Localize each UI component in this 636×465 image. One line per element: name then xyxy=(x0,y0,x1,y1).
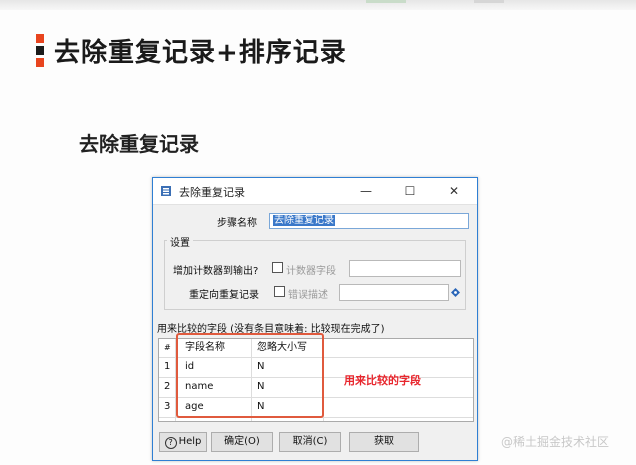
help-button[interactable]: ? Help xyxy=(159,432,207,452)
dedupe-dialog: 去除重复记录 — ☐ ✕ 步骤名称 去除重复记录 设置 增加计数器到输出? 计数… xyxy=(152,177,478,461)
slide-title: 去除重复记录+排序记录 xyxy=(36,30,347,70)
annotation-label: 用来比较的字段 xyxy=(344,374,421,387)
table-row-num: 1 xyxy=(164,361,171,372)
top-bar xyxy=(0,0,636,10)
ok-button[interactable]: 确定(O) xyxy=(211,432,273,452)
variable-diamond-icon[interactable] xyxy=(451,288,460,297)
dialog-titlebar: 去除重复记录 — ☐ ✕ xyxy=(153,178,477,205)
table-row-num: 3 xyxy=(164,401,171,412)
step-name-label: 步骤名称 xyxy=(217,218,257,229)
app-icon xyxy=(161,186,171,196)
step-name-value: 去除重复记录 xyxy=(273,215,335,226)
watermark: @稀土掘金技术社区 xyxy=(501,435,610,449)
error-desc-label: 错误描述 xyxy=(288,290,328,301)
add-counter-checkbox[interactable] xyxy=(272,262,283,273)
top-bar-mark xyxy=(474,0,504,3)
error-desc-input[interactable] xyxy=(339,284,449,301)
table-row-num: 2 xyxy=(164,381,171,392)
add-counter-label: 增加计数器到输出? xyxy=(173,266,259,277)
dialog-button-bar: ? Help 确定(O) 取消(C) 获取 xyxy=(153,428,477,460)
maximize-button[interactable]: ☐ xyxy=(393,178,427,204)
redirect-checkbox[interactable] xyxy=(274,286,285,297)
settings-label: 设置 xyxy=(167,234,193,249)
counter-field-input[interactable] xyxy=(349,260,461,277)
step-name-input[interactable]: 去除重复记录 xyxy=(269,213,469,229)
counter-field-label: 计数器字段 xyxy=(286,266,336,277)
get-fields-button[interactable]: 获取 xyxy=(349,432,419,452)
top-bar-mark xyxy=(366,0,406,3)
close-button[interactable]: ✕ xyxy=(437,178,471,204)
slide-subtitle: 去除重复记录 xyxy=(79,132,199,156)
help-icon: ? xyxy=(164,437,177,449)
dialog-title: 去除重复记录 xyxy=(179,186,245,199)
title-bullet-icon xyxy=(36,33,44,67)
minimize-button[interactable]: — xyxy=(349,178,383,204)
help-button-label: Help xyxy=(178,436,202,447)
highlight-box xyxy=(176,333,324,418)
redirect-label: 重定向重复记录 xyxy=(189,290,259,301)
cancel-button[interactable]: 取消(C) xyxy=(279,432,341,452)
table-header-num: # xyxy=(164,343,171,352)
slide-title-text: 去除重复记录+排序记录 xyxy=(54,37,347,68)
